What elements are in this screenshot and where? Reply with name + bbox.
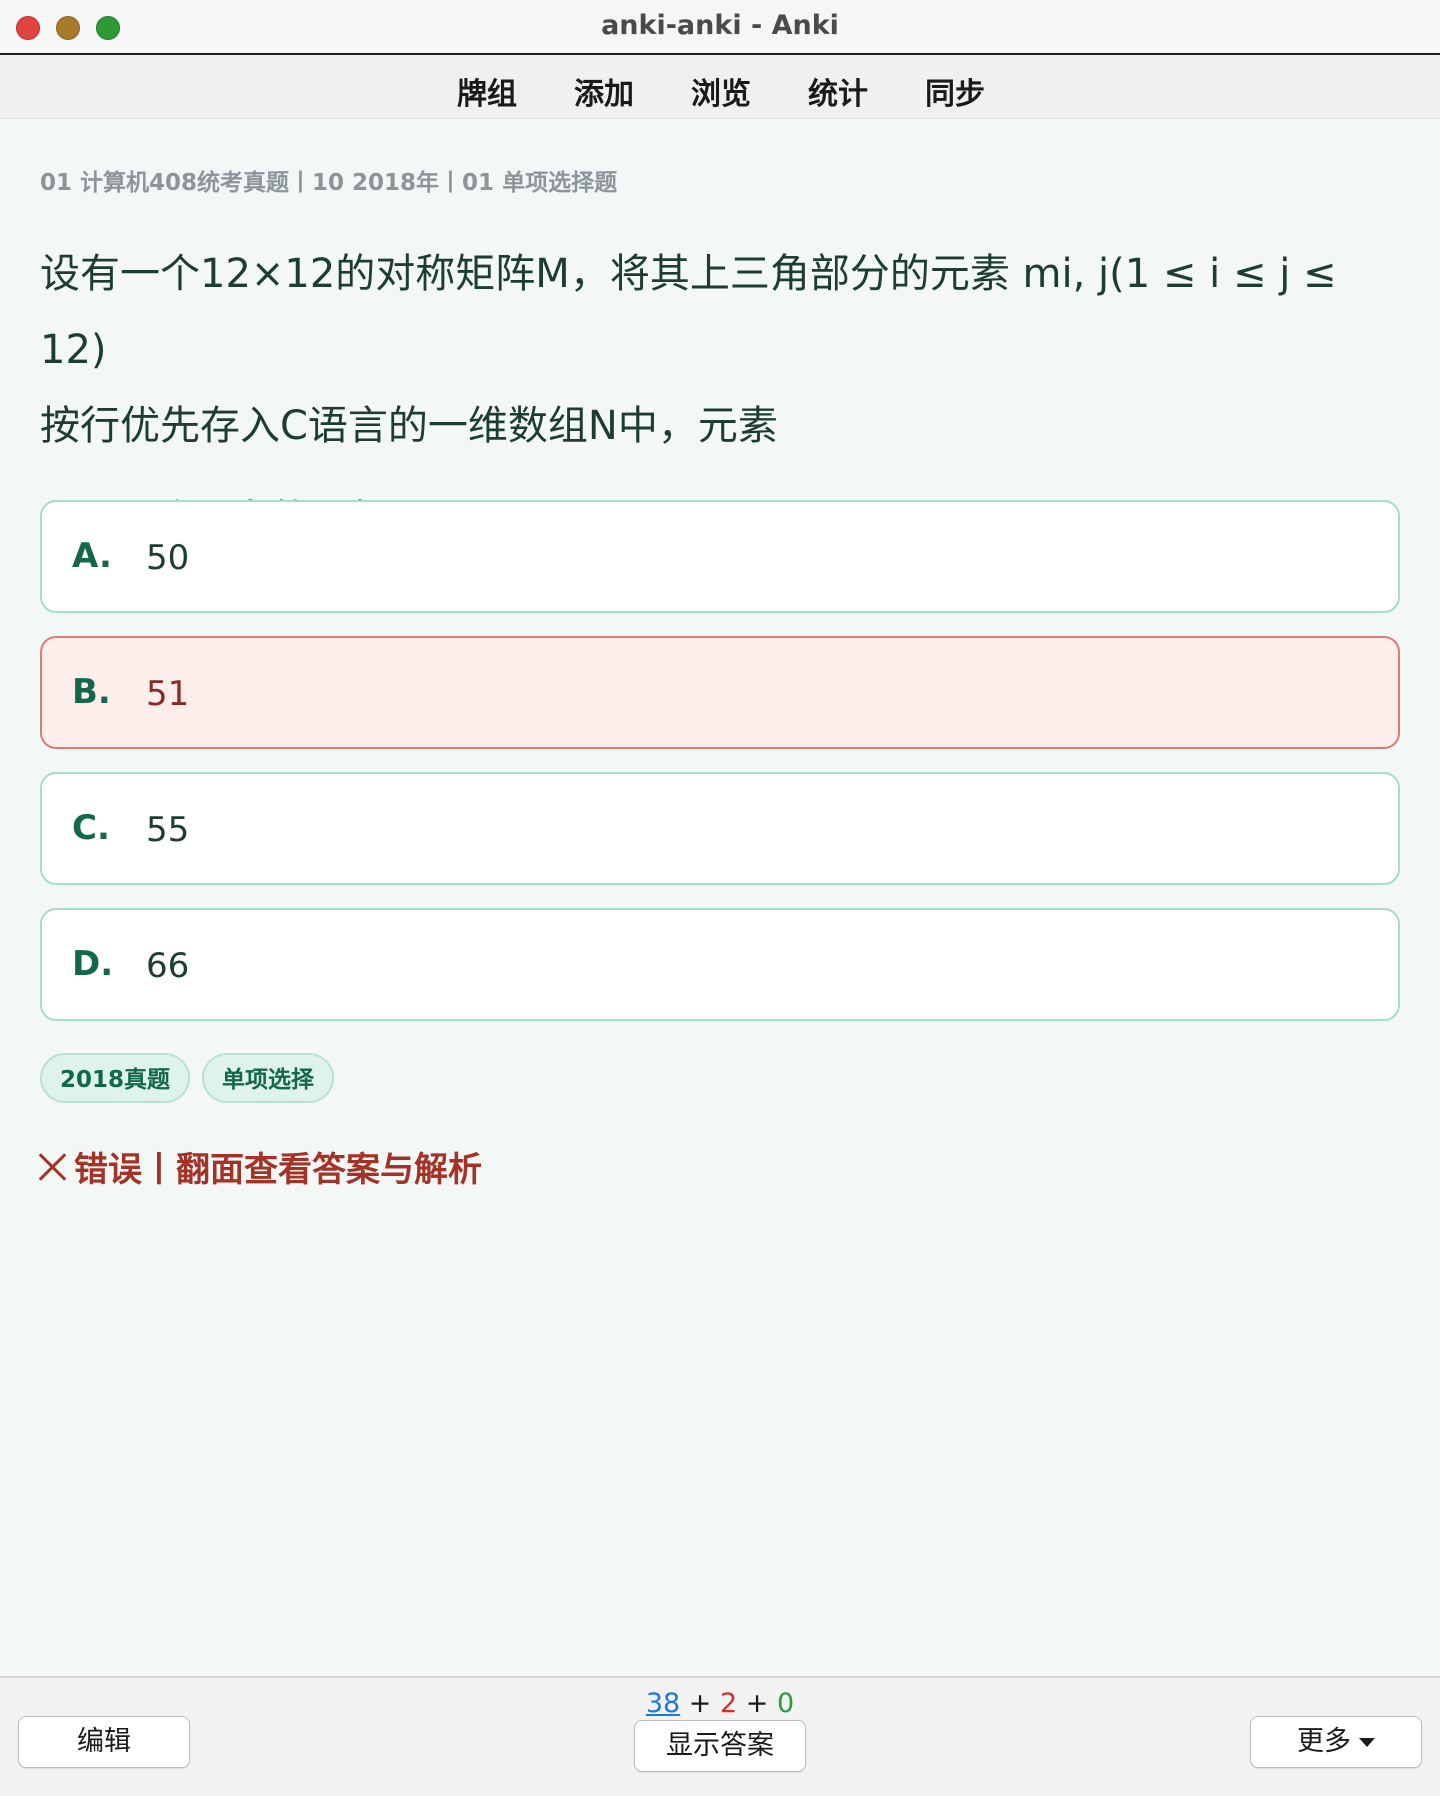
count-separator: + (680, 1688, 720, 1719)
nav-browse[interactable]: 浏览 (691, 69, 808, 113)
option-a[interactable]: A. 50 (40, 500, 1400, 613)
nav-decks[interactable]: 牌组 (457, 69, 574, 113)
window-titlebar: anki-anki - Anki (0, 0, 1440, 55)
answer-status: 错误丨翻面查看答案与解析 (38, 1142, 482, 1191)
top-toolbar: 牌组 添加 浏览 统计 同步 (0, 55, 1440, 119)
option-letter: C. (72, 808, 110, 848)
option-value: 50 (146, 538, 190, 578)
option-letter: D. (72, 944, 114, 984)
option-value: 55 (146, 810, 190, 850)
count-separator: + (737, 1688, 777, 1719)
more-button-label: 更多 (1297, 1726, 1351, 1757)
toolbar-links: 牌组 添加 浏览 统计 同步 (457, 69, 1042, 113)
question-line-2: 按行优先存入C语言的一维数组N中，元素 (40, 403, 778, 449)
tag-pill: 2018真题 (40, 1053, 191, 1103)
new-count: 38 (645, 1688, 681, 1719)
tag-pill: 单项选择 (202, 1053, 335, 1103)
due-counts: 38 + 2 + 0 (0, 1688, 1440, 1719)
option-value: 66 (146, 946, 190, 986)
option-b[interactable]: B. 51 (40, 636, 1400, 749)
more-button[interactable]: 更多 (1250, 1716, 1422, 1768)
option-d[interactable]: D. 66 (40, 908, 1400, 1021)
option-letter: A. (72, 536, 112, 576)
tag-list: 2018真题 单项选择 (40, 1053, 346, 1103)
chevron-down-icon (1359, 1738, 1375, 1747)
option-c[interactable]: C. 55 (40, 772, 1400, 885)
nav-stats[interactable]: 统计 (808, 69, 925, 113)
window-title: anki-anki - Anki (601, 10, 839, 41)
edit-button[interactable]: 编辑 (18, 1716, 190, 1768)
deck-breadcrumb: 01 计算机408统考真题丨10 2018年丨01 单项选择题 (40, 170, 618, 196)
option-value: 51 (146, 674, 190, 714)
show-answer-button[interactable]: 显示答案 (634, 1720, 806, 1772)
close-icon (38, 1152, 68, 1182)
answer-status-text: 错误丨翻面查看答案与解析 (74, 1150, 482, 1190)
nav-add[interactable]: 添加 (574, 69, 691, 113)
option-letter: B. (72, 672, 111, 712)
review-count: 0 (776, 1688, 795, 1719)
learn-count: 2 (719, 1688, 738, 1719)
nav-sync[interactable]: 同步 (925, 69, 1042, 113)
question-line-1: 设有一个12×12的对称矩阵M，将其上三角部分的元素 mi, j(1 ≤ i ≤… (40, 251, 1337, 373)
